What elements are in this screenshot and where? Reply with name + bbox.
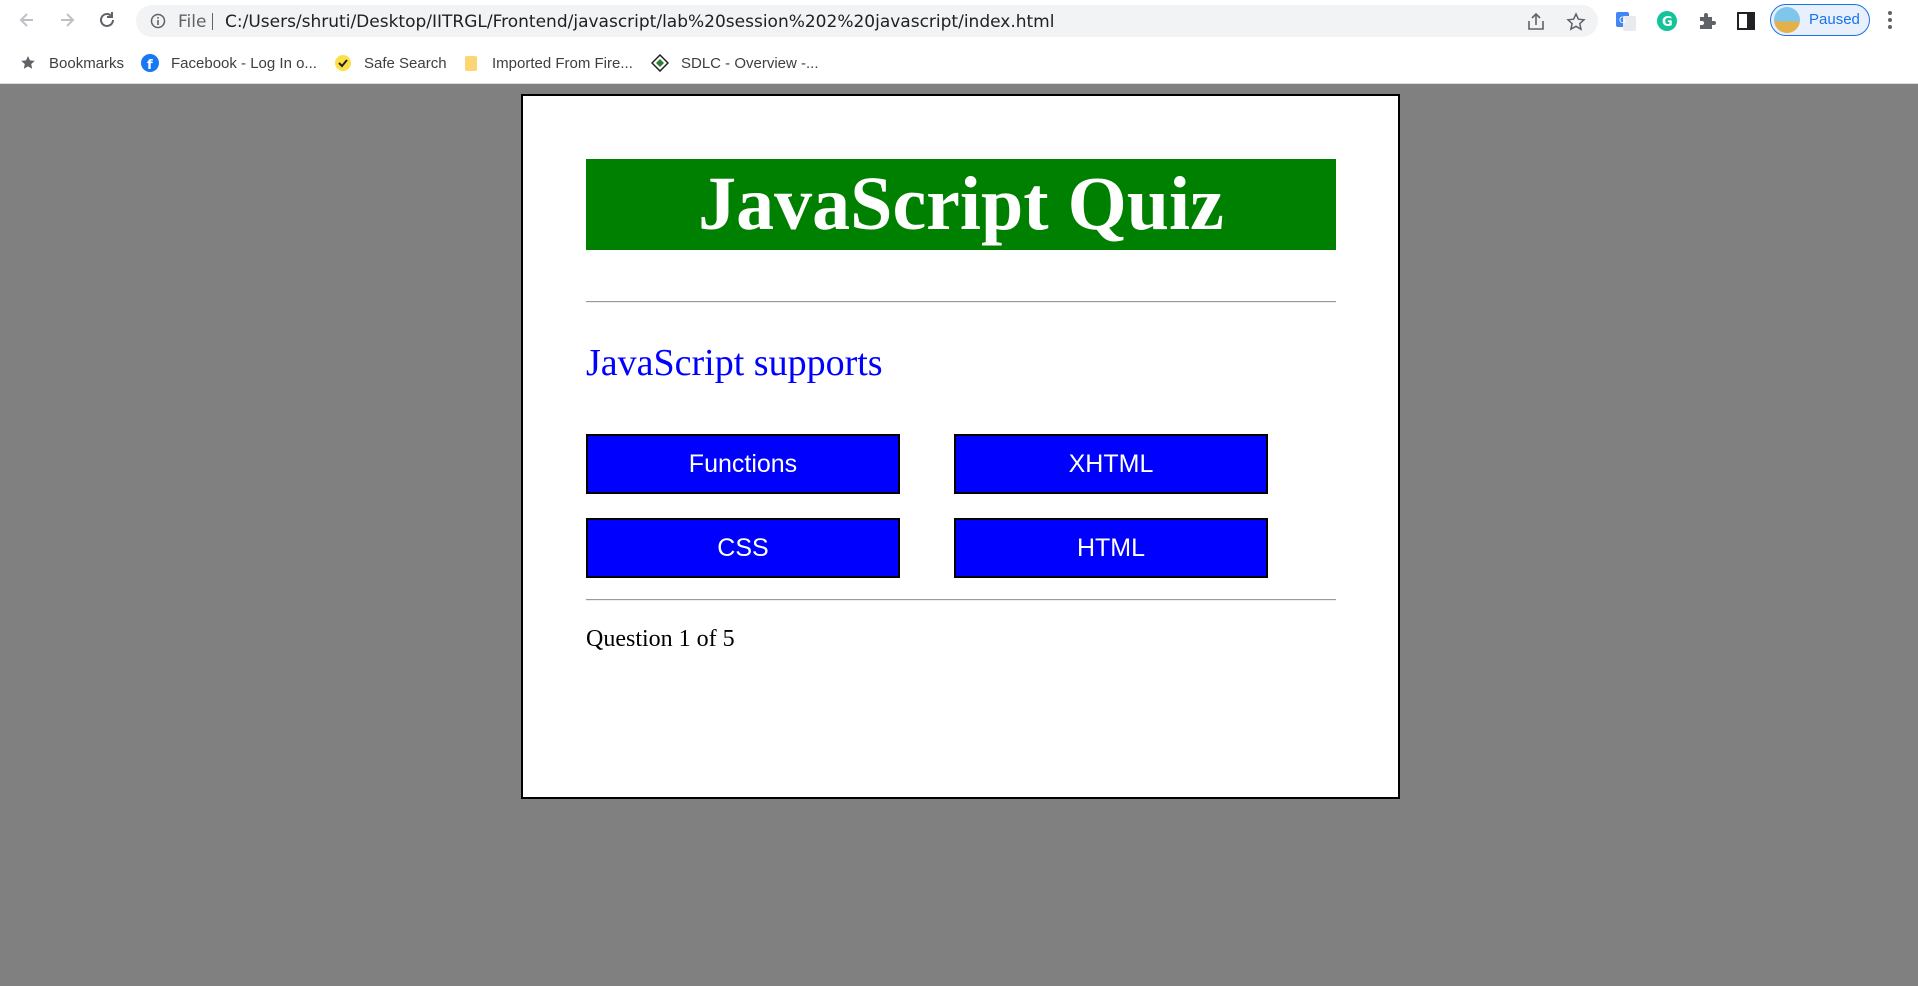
- forward-button[interactable]: [53, 6, 81, 34]
- bookmark-item-bookmarks[interactable]: Bookmarks: [19, 42, 124, 84]
- info-icon[interactable]: [150, 13, 166, 29]
- folder-icon: [462, 54, 480, 72]
- back-button[interactable]: [13, 6, 41, 34]
- safe-search-icon: [334, 54, 352, 72]
- bookmark-label: Bookmarks: [49, 54, 125, 72]
- question-text: JavaScript supports: [586, 342, 883, 384]
- svg-text:G: G: [1662, 15, 1673, 30]
- forward-arrow-icon: [61, 13, 75, 27]
- address-bar[interactable]: File C:/Users/shruti/Desktop/IITRGL/Fron…: [136, 5, 1598, 37]
- bookmark-label: Safe Search: [364, 54, 447, 72]
- bookmark-item-safe-search[interactable]: Safe Search: [334, 42, 447, 84]
- choice-button-1[interactable]: Functions: [586, 434, 900, 494]
- avatar: [1774, 7, 1800, 33]
- bookmark-item-sdlc[interactable]: SDLC - Overview -...: [651, 42, 819, 84]
- browser-toolbar: File C:/Users/shruti/Desktop/IITRGL/Fron…: [0, 0, 1918, 42]
- choice-button-2[interactable]: XHTML: [954, 434, 1268, 494]
- reload-button[interactable]: [93, 6, 121, 34]
- url-scheme-label: File: [178, 12, 207, 32]
- quiz-title: JavaScript Quiz: [586, 159, 1336, 250]
- profile-button[interactable]: Paused: [1770, 4, 1870, 36]
- extensions-puzzle-icon[interactable]: [1695, 9, 1719, 33]
- svg-text:G: G: [1619, 16, 1626, 26]
- profile-status: Paused: [1809, 11, 1860, 28]
- bookmark-label: SDLC - Overview -...: [681, 54, 819, 72]
- question-progress: Question 1 of 5: [586, 626, 735, 652]
- bookmark-item-imported[interactable]: Imported From Fire...: [462, 42, 633, 84]
- side-panel-icon[interactable]: [1734, 9, 1758, 33]
- svg-text:f: f: [147, 58, 153, 72]
- bookmark-star-icon[interactable]: [1566, 12, 1586, 32]
- sdlc-icon: [651, 54, 669, 72]
- url-text[interactable]: C:/Users/shruti/Desktop/IITRGL/Frontend/…: [225, 12, 1054, 32]
- bookmark-item-facebook[interactable]: f Facebook - Log In o...: [141, 42, 317, 84]
- share-icon[interactable]: [1526, 12, 1546, 32]
- url-separator: [212, 13, 213, 30]
- bookmarks-bar: Bookmarks f Facebook - Log In o... Safe …: [0, 42, 1918, 84]
- quiz-container: JavaScript Quiz JavaScript supports Func…: [521, 94, 1400, 799]
- back-arrow-icon: [19, 13, 33, 27]
- google-translate-icon[interactable]: G: [1614, 9, 1638, 33]
- divider-top: [586, 301, 1336, 303]
- bookmark-label: Imported From Fire...: [492, 54, 633, 72]
- bookmark-label: Facebook - Log In o...: [171, 54, 317, 72]
- divider-bottom: [586, 599, 1336, 601]
- facebook-icon: f: [141, 54, 159, 72]
- more-menu-icon[interactable]: [1884, 8, 1896, 32]
- grammarly-icon[interactable]: G: [1655, 9, 1679, 33]
- choice-button-3[interactable]: CSS: [586, 518, 900, 578]
- choice-button-4[interactable]: HTML: [954, 518, 1268, 578]
- reload-icon: [100, 12, 114, 27]
- star-icon: [19, 54, 37, 72]
